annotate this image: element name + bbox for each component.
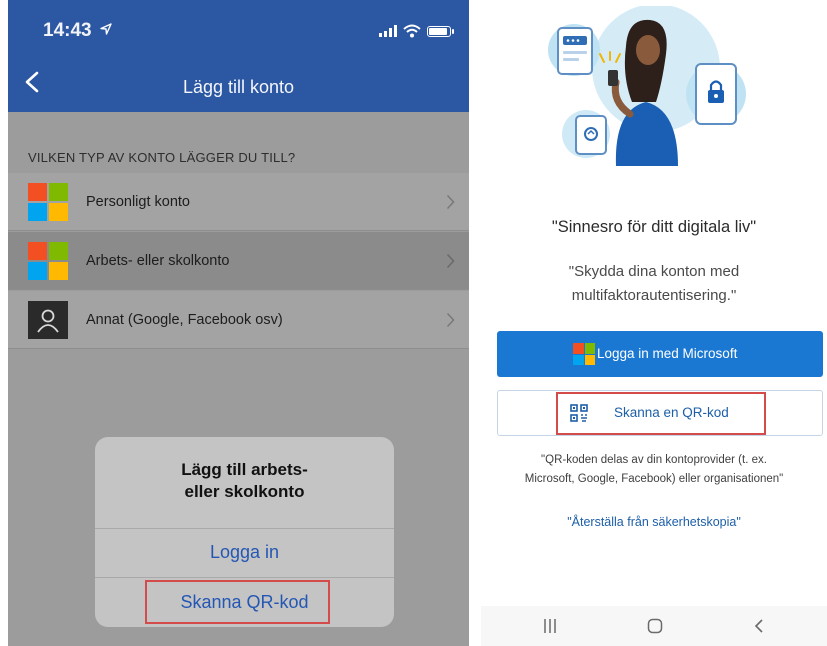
account-row-label: Arbets- eller skolkonto (86, 253, 230, 269)
login-microsoft-button[interactable]: Logga in med Microsoft (497, 331, 823, 377)
subtagline-line2: multifaktorautentisering." (571, 287, 737, 304)
android-nav-bar (481, 606, 827, 646)
person-icon (28, 301, 68, 339)
account-row-label: Annat (Google, Facebook osv) (86, 312, 283, 328)
account-row-other[interactable]: Annat (Google, Facebook osv) (8, 291, 469, 349)
divider (95, 528, 394, 529)
page-title: Lägg till konto (182, 77, 295, 97)
microsoft-logo-icon (573, 343, 595, 365)
login-button[interactable]: Logga in (95, 542, 394, 563)
ios-screen: 14:43 Lägg till konto VILKEN TYP AV KONT… (8, 0, 469, 646)
qr-note-line1: "QR-koden delas av din kontoprovider (t.… (541, 454, 767, 466)
login-microsoft-label: Logga in med Microsoft (597, 346, 738, 361)
tagline: "Sinnesro för ditt digitala liv" (551, 218, 757, 236)
subtagline: "Skydda dina konton med multifaktorauten… (521, 260, 787, 308)
account-row-label: Personligt konto (86, 194, 190, 210)
qr-code-note: "QR-koden delas av din kontoprovider (t.… (481, 451, 827, 489)
account-row-personal[interactable]: Personligt konto (8, 173, 469, 231)
subtagline-line1: "Skydda dina konton med (568, 263, 740, 280)
ios-nav-header: 14:43 Lägg till konto (8, 0, 469, 112)
action-sheet-title-line1: Lägg till arbets- (181, 460, 308, 479)
home-icon[interactable] (647, 618, 663, 634)
highlight-box (556, 392, 766, 435)
recent-apps-icon[interactable] (543, 618, 557, 634)
back-icon[interactable] (753, 618, 765, 634)
status-icons (379, 24, 454, 38)
divider (95, 577, 394, 578)
action-sheet-title-line2: eller skolkonto (184, 482, 305, 501)
android-screen: "Sinnesro för ditt digitala liv" "Skydda… (481, 0, 827, 646)
chevron-right-icon (446, 194, 455, 210)
microsoft-logo-icon (28, 183, 68, 221)
cellular-signal-icon (379, 25, 397, 37)
security-illustration (548, 6, 746, 166)
wifi-icon (403, 24, 421, 38)
qr-note-line2: Microsoft, Google, Facebook) eller organ… (524, 473, 784, 485)
location-arrow-icon (100, 23, 112, 35)
battery-icon (427, 25, 454, 37)
microsoft-logo-icon (28, 242, 68, 280)
action-sheet-title: Lägg till arbets- eller skolkonto (95, 459, 394, 503)
section-label: VILKEN TYP AV KONTO LÄGGER DU TILL? (28, 150, 296, 165)
restore-backup-link[interactable]: "Återställa från säkerhetskopia" (481, 515, 827, 529)
account-row-work-school[interactable]: Arbets- eller skolkonto (8, 232, 469, 290)
highlight-box (145, 580, 330, 624)
chevron-right-icon (446, 253, 455, 269)
chevron-right-icon (446, 312, 455, 328)
status-time: 14:43 (43, 20, 112, 42)
